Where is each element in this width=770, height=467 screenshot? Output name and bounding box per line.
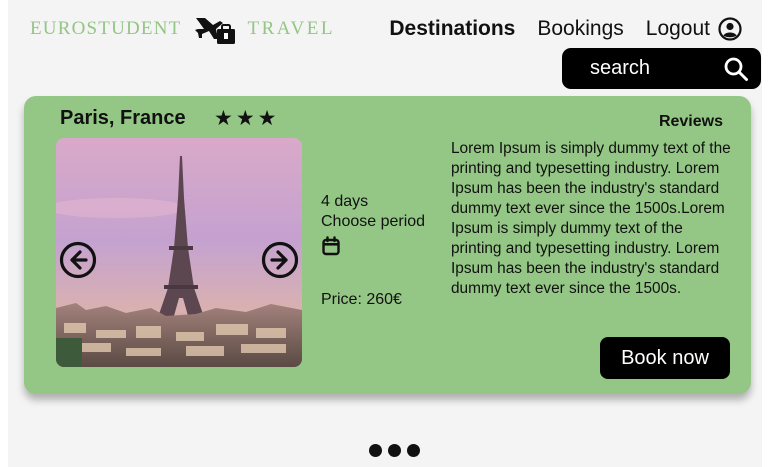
arrow-right-circle-icon[interactable] bbox=[261, 241, 299, 279]
review-text: Lorem Ipsum is simply dummy text of the … bbox=[451, 140, 731, 297]
destination-photo bbox=[56, 138, 302, 367]
nav-logout-label: Logout bbox=[645, 17, 710, 40]
pagination-dots bbox=[369, 444, 420, 457]
nav-logout[interactable]: Logout bbox=[646, 17, 742, 41]
top-nav: Destinations Bookings Logout bbox=[389, 14, 742, 44]
trip-duration: 4 days bbox=[321, 193, 369, 210]
page-dot[interactable] bbox=[388, 444, 401, 457]
arrow-left-circle-icon[interactable] bbox=[59, 241, 97, 279]
page-dot[interactable] bbox=[407, 444, 420, 457]
book-now-button[interactable]: Book now bbox=[600, 337, 730, 379]
page-dot[interactable] bbox=[369, 444, 382, 457]
logo-word-eurostudent: EUROSTUDENT bbox=[30, 18, 182, 39]
choose-period-link[interactable]: Choose period bbox=[321, 212, 425, 232]
search-bar bbox=[562, 48, 761, 89]
nav-destinations[interactable]: Destinations bbox=[389, 17, 515, 41]
destination-card: Paris, France ★★★ 4 days Choose period P… bbox=[24, 96, 751, 394]
trip-price: Price: 260€ bbox=[321, 291, 402, 308]
search-icon[interactable] bbox=[723, 56, 749, 82]
reviews-heading: Reviews bbox=[658, 113, 723, 130]
logo[interactable]: EUROSTUDENT TRAVEL bbox=[30, 14, 335, 44]
plane-luggage-icon bbox=[195, 18, 236, 44]
destination-title: Paris, France bbox=[60, 107, 186, 129]
logo-word-travel: TRAVEL bbox=[247, 18, 335, 39]
nav-bookings[interactable]: Bookings bbox=[537, 17, 623, 41]
star-rating: ★★★ bbox=[214, 107, 280, 130]
user-circle-icon bbox=[718, 17, 742, 41]
calendar-icon[interactable] bbox=[321, 236, 341, 256]
search-input[interactable] bbox=[590, 57, 720, 80]
trip-info: 4 days Choose period bbox=[321, 192, 425, 256]
